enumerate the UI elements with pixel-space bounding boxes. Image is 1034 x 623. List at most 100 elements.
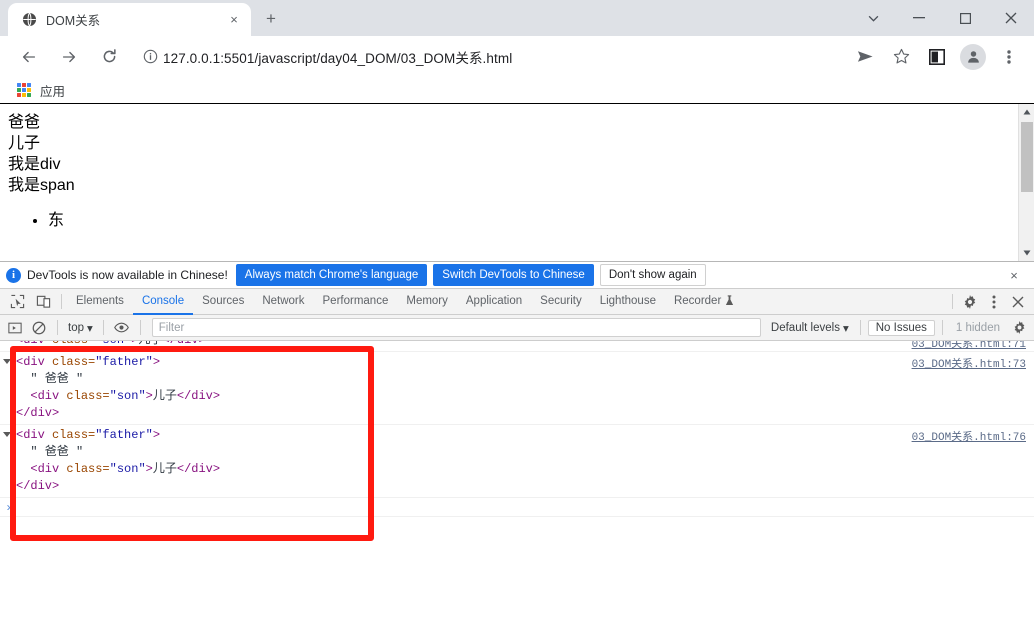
console-source-link[interactable]: 03_DOM关系.html:76 [912, 428, 1026, 444]
divider [941, 320, 943, 335]
code-token-txt: 儿子 [152, 389, 177, 403]
code-token-tag: </div> [162, 341, 205, 347]
reload-icon[interactable] [94, 42, 124, 72]
scrollbar-thumb[interactable] [1021, 122, 1033, 192]
code-token-val: "son" [109, 462, 146, 476]
close-icon[interactable]: × [1006, 267, 1022, 283]
code-token-tag: > [152, 355, 161, 369]
page-line: 我是div [8, 156, 61, 174]
divider [139, 320, 141, 335]
clear-console-icon[interactable] [28, 317, 50, 339]
profile-avatar-icon[interactable] [960, 43, 986, 70]
tab-security[interactable]: Security [531, 289, 591, 315]
code-token-txt: " 爸爸 " [16, 445, 84, 459]
forward-icon[interactable] [54, 42, 84, 72]
window-controls [850, 0, 1034, 36]
console-source-link[interactable]: 03_DOM关系.html:71 [912, 341, 1026, 351]
scroll-up-icon[interactable] [1019, 104, 1034, 120]
close-devtools-icon[interactable] [1006, 290, 1030, 314]
code-token-txt: 儿子 [138, 341, 162, 347]
tab-search-chevron-icon[interactable] [850, 0, 896, 36]
close-icon[interactable]: × [225, 11, 243, 29]
console-message: <div class="father"> " 爸爸 " <div class="… [0, 425, 1034, 498]
list-item: 东 [48, 210, 1018, 231]
tab-performance[interactable]: Performance [314, 289, 398, 315]
settings-gear-icon[interactable] [958, 290, 982, 314]
code-token-tag: </div> [16, 406, 60, 420]
code-token-tag: > [152, 428, 161, 442]
console-code-line: " 爸爸 " [16, 371, 1034, 388]
site-info-icon[interactable] [137, 49, 163, 64]
console-message: <div class="father"> " 爸爸 " <div class="… [0, 352, 1034, 425]
send-icon[interactable] [850, 42, 880, 72]
back-icon[interactable] [14, 42, 44, 72]
hidden-messages-count: 1 hidden [955, 321, 1000, 334]
console-toolbar: top ▾ Filter Default levels ▾ No Issues … [0, 315, 1034, 341]
page-line: 爸爸 [8, 114, 41, 131]
switch-devtools-language-button[interactable]: Switch DevTools to Chinese [433, 263, 594, 287]
console-context-selector[interactable]: top ▾ [65, 321, 96, 335]
more-menu-icon[interactable] [994, 42, 1024, 72]
dont-show-again-button[interactable]: Don't show again [599, 263, 706, 287]
flask-icon [725, 295, 734, 306]
minimize-icon[interactable] [896, 0, 942, 36]
code-token-tag: <div [30, 389, 67, 403]
tab-lighthouse[interactable]: Lighthouse [591, 289, 665, 315]
tab-recorder[interactable]: Recorder [665, 289, 743, 315]
side-panel-icon[interactable] [922, 42, 952, 72]
page-content: 爸爸 儿子 我是div 我是span 东 [0, 104, 1018, 261]
console-message-list: <div class="son">儿子</div>03_DOM关系.html:7… [0, 341, 1034, 498]
console-code-line: <div class="son">儿子</div> [16, 341, 1034, 349]
apps-grid-icon [17, 83, 31, 97]
issues-badge[interactable]: No Issues [867, 319, 935, 336]
more-vertical-icon[interactable] [982, 290, 1006, 314]
expand-triangle-icon[interactable] [3, 359, 11, 364]
code-token-val: "father" [95, 355, 153, 369]
console-settings-icon[interactable] [1008, 317, 1030, 339]
page-list: 东 [8, 210, 1018, 231]
tab-elements[interactable]: Elements [67, 289, 133, 315]
sidebar-toggle-icon[interactable] [4, 317, 26, 339]
page-line: 儿子 [8, 135, 41, 153]
code-token-tag: <div [16, 355, 53, 369]
tab-application[interactable]: Application [457, 289, 531, 315]
expand-triangle-icon[interactable] [3, 432, 11, 437]
devtools-tab-bar: Elements Console Sources Network Perform… [0, 289, 1034, 315]
tab-memory[interactable]: Memory [397, 289, 457, 315]
divider [61, 294, 62, 309]
console-filter-input[interactable]: Filter [151, 318, 761, 337]
always-match-language-button[interactable]: Always match Chrome's language [235, 263, 428, 287]
tab-network[interactable]: Network [253, 289, 313, 315]
address-bar[interactable]: 127.0.0.1:5501/javascript/day04_DOM/03_D… [137, 43, 841, 71]
console-prompt[interactable]: › [0, 498, 1034, 517]
globe-icon [21, 12, 37, 28]
code-token-tag: > [145, 389, 153, 403]
maximize-icon[interactable] [942, 0, 988, 36]
info-icon: i [6, 267, 21, 283]
device-toolbar-icon[interactable] [30, 290, 56, 314]
page-viewport: 爸爸 儿子 我是div 我是span 东 [0, 104, 1034, 262]
console-output[interactable]: <div class="son">儿子</div>03_DOM关系.html:7… [0, 341, 1034, 623]
console-source-link[interactable]: 03_DOM关系.html:73 [912, 355, 1026, 371]
tab-console[interactable]: Console [132, 289, 194, 315]
page-scrollbar[interactable] [1018, 104, 1034, 261]
live-expression-icon[interactable] [111, 317, 133, 339]
tab-recorder-label: Recorder [673, 294, 722, 307]
console-code-line: " 爸爸 " [16, 444, 1034, 461]
code-token-attr: class= [66, 389, 110, 403]
close-window-icon[interactable] [988, 0, 1034, 36]
code-token-val: "father" [95, 428, 153, 442]
star-icon[interactable] [886, 42, 916, 72]
new-tab-button[interactable]: + [257, 5, 285, 33]
inspect-element-icon[interactable] [4, 290, 30, 314]
scroll-down-icon[interactable] [1019, 245, 1034, 261]
console-log-levels-selector[interactable]: Default levels ▾ [767, 321, 853, 335]
code-token-tag: <div [30, 462, 67, 476]
tab-sources[interactable]: Sources [193, 289, 253, 315]
chevron-down-icon: ▾ [842, 322, 849, 335]
bookmark-apps[interactable]: 应用 [10, 78, 72, 103]
console-code-line: </div> [16, 405, 1034, 422]
browser-tab[interactable]: DOM关系 × [8, 3, 251, 36]
page-line: 我是span [8, 177, 75, 195]
